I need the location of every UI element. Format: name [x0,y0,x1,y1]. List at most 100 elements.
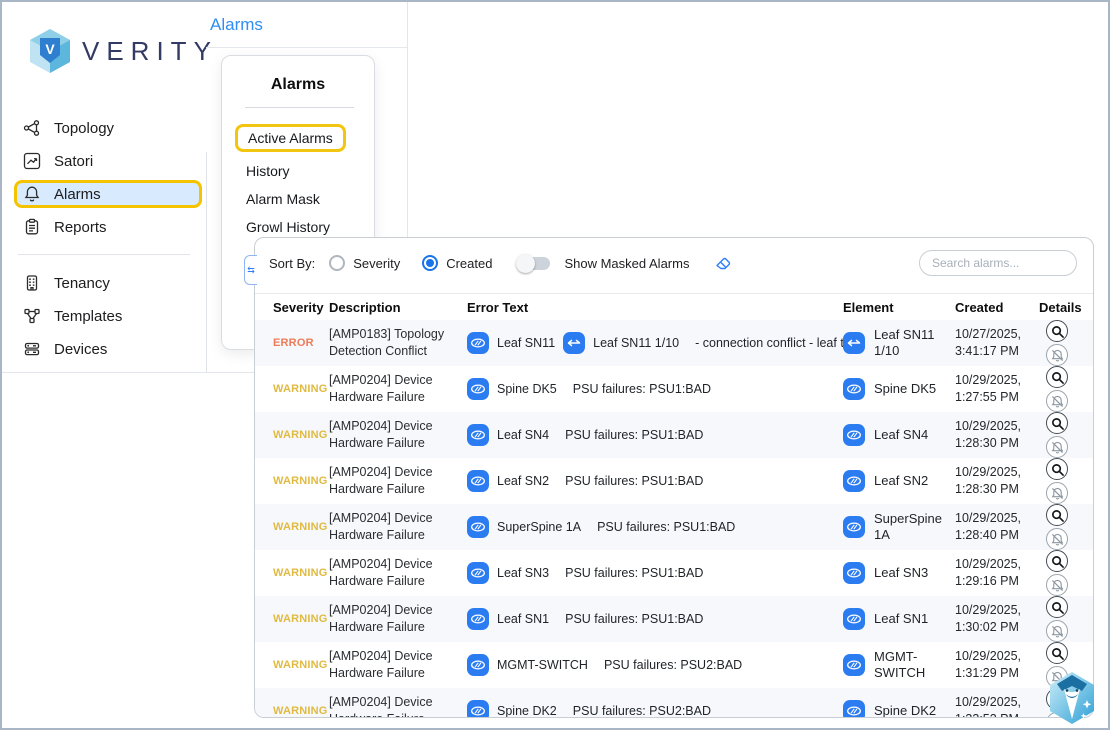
brand-logo: V VERITY [28,28,218,74]
element-name: Leaf SN11 1/10 [593,336,679,350]
element-cell: Leaf SN1 [843,608,955,630]
bell-icon [23,185,41,203]
table-body: ERROR [AMP0183] Topology Detection Confli… [255,320,1093,718]
element-name: MGMT-SWITCH [497,658,588,672]
alarm-details-button[interactable] [1046,642,1068,664]
error-message: PSU failures: PSU2:BAD [604,658,742,672]
severity-badge: WARNING [273,567,321,579]
element-name: MGMT-SWITCH [874,649,955,682]
created-cell: 10/29/2025,1:28:30 PM [955,464,1039,499]
table-row: WARNING[AMP0204] Device Hardware Failure… [255,412,1093,458]
assistant-wizard-button[interactable] [1046,670,1098,726]
tenancy-icon [23,274,41,292]
mask-alarm-button[interactable] [1046,574,1068,596]
content-panel-edge [206,152,207,372]
mask-alarm-button[interactable] [1046,620,1068,642]
switch-icon [843,470,865,492]
alarm-details-button[interactable] [1046,458,1068,480]
devices-icon [23,340,41,358]
clear-filters-button[interactable] [715,255,732,271]
element-cell: Spine DK5 [843,378,955,400]
sort-severity-label: Severity [353,256,400,271]
sidebar-item-alarms[interactable]: Alarms [14,180,202,208]
port-icon [563,332,585,354]
alarm-description: [AMP0204] Device Hardware Failure [329,372,455,406]
alarm-details-button[interactable] [1046,320,1068,342]
error-message: PSU failures: PSU1:BAD [565,428,703,442]
table-row: WARNING[AMP0204] Device Hardware Failure… [255,366,1093,412]
table-row: WARNING[AMP0204] Device Hardware Failure… [255,550,1093,596]
sidebar-item-devices[interactable]: Devices [14,335,202,363]
col-created: Created [955,300,1039,315]
sort-created-radio[interactable] [422,255,438,271]
show-masked-toggle[interactable] [518,257,550,270]
alarms-toolbar: Sort By: Severity Created Show Masked Al… [269,250,732,276]
sort-created-label: Created [446,256,492,271]
alarm-details-button[interactable] [1046,412,1068,434]
element-cell: MGMT-SWITCH [843,649,955,682]
menu-item-alarm-mask[interactable]: Alarm Mask [246,185,374,213]
switch-icon [467,562,489,584]
element-cell: Spine DK2 [843,700,955,718]
mask-alarm-button[interactable] [1046,528,1068,550]
sidebar-item-tenancy[interactable]: Tenancy [14,269,202,297]
alarm-description: [AMP0183] Topology Detection Conflict [329,326,455,360]
col-severity: Severity [273,300,321,315]
alarm-details-button[interactable] [1046,596,1068,618]
element-name: Spine DK2 [874,703,936,718]
alarm-description: [AMP0204] Device Hardware Failure [329,648,455,682]
element-cell: Leaf SN11 1/10 [843,327,955,360]
sidebar-item-label: Devices [54,341,107,358]
svg-text:V: V [45,41,55,57]
active-alarms-panel: ⇆ Sort By: Severity Created Show Masked … [254,237,1094,718]
element-name: Spine DK2 [497,704,557,718]
popup-title: Alarms [222,76,374,94]
error-message: - connection conflict - leaf to leaf [695,336,843,350]
severity-badge: WARNING [273,659,321,671]
error-message: PSU failures: PSU1:BAD [565,474,703,488]
error-message: PSU failures: PSU1:BAD [565,612,703,626]
sort-severity-radio[interactable] [329,255,345,271]
severity-badge: ERROR [273,337,321,349]
sidebar-item-satori[interactable]: Satori [14,147,202,175]
details-cell [1039,412,1075,458]
error-message: PSU failures: PSU1:BAD [565,566,703,580]
sidebar-item-templates[interactable]: Templates [14,302,202,330]
created-cell: 10/29/2025,1:29:16 PM [955,556,1039,591]
error-message: PSU failures: PSU1:BAD [573,382,711,396]
templates-icon [23,307,41,325]
sidebar-item-label: Reports [54,219,107,236]
mask-alarm-button[interactable] [1046,390,1068,412]
mask-alarm-button[interactable] [1046,344,1068,366]
element-name: Leaf SN2 [874,473,928,489]
switch-icon [843,516,865,538]
mask-alarm-button[interactable] [1046,436,1068,458]
alarm-details-button[interactable] [1046,504,1068,526]
sidebar-item-label: Tenancy [54,275,110,292]
element-name: SuperSpine 1A [497,520,581,534]
menu-item-active-alarms[interactable]: Active Alarms [235,124,346,152]
col-error-text: Error Text [467,300,843,315]
switch-icon [467,608,489,630]
wizard-icon [1046,670,1098,726]
switch-icon [467,332,489,354]
alarm-description: [AMP0204] Device Hardware Failure [329,418,455,452]
page-title: Alarms [210,15,263,35]
details-cell [1039,320,1075,366]
error-text-cell: Leaf SN2 PSU failures: PSU1:BAD [467,470,843,492]
alarm-details-button[interactable] [1046,550,1068,572]
search-input[interactable] [919,250,1077,276]
element-cell: Leaf SN4 [843,424,955,446]
details-cell [1039,458,1075,504]
menu-item-history[interactable]: History [246,157,374,185]
sidebar-item-reports[interactable]: Reports [14,213,202,241]
sidebar-item-label: Templates [54,308,122,325]
collapse-panel-button[interactable]: ⇆ [244,255,257,285]
alarm-details-button[interactable] [1046,366,1068,388]
sidebar-item-topology[interactable]: Topology [14,114,202,142]
sort-by-label: Sort By: [269,256,315,271]
mask-alarm-button[interactable] [1046,482,1068,504]
element-name: Leaf SN3 [497,566,549,580]
created-cell: 10/29/2025,1:27:55 PM [955,372,1039,407]
element-name: Leaf SN2 [497,474,549,488]
